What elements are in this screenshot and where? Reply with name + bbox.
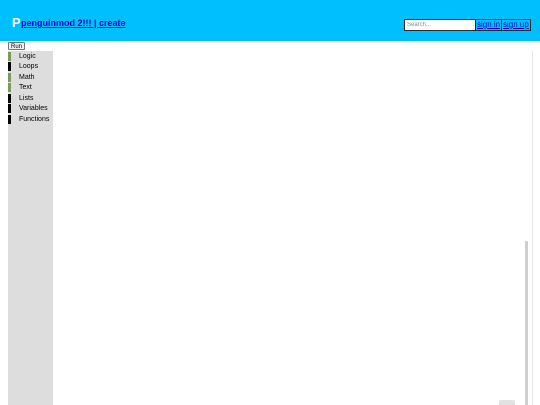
toolbox-category-functions[interactable]: Functions [8, 115, 53, 124]
workspace-scrollbar[interactable] [525, 241, 528, 405]
toolbox-category-math[interactable]: Math [8, 73, 53, 82]
site-logo[interactable]: P [12, 16, 21, 30]
category-color-swatch [8, 115, 11, 124]
workspace-border [532, 51, 533, 405]
search-input[interactable] [404, 19, 479, 31]
category-label: Lists [19, 95, 34, 102]
run-button[interactable]: Run [8, 42, 26, 50]
toolbox-category-variables[interactable]: Variables [8, 104, 53, 113]
toolbox-category-lists[interactable]: Lists [8, 94, 53, 103]
block-toolbox: Logic Loops Math Text Lists Variables Fu… [8, 51, 53, 405]
category-color-swatch [8, 62, 11, 71]
toolbox-category-logic[interactable]: Logic [8, 52, 53, 61]
category-label: Variables [19, 105, 48, 112]
category-color-swatch [8, 73, 11, 82]
toolbox-category-loops[interactable]: Loops [8, 62, 53, 71]
trash-can-icon[interactable] [499, 400, 515, 405]
category-color-swatch [8, 94, 11, 103]
sign-in-link[interactable]: sign in [475, 19, 503, 31]
block-workspace[interactable] [53, 51, 532, 405]
category-label: Text [19, 84, 32, 91]
site-title-link[interactable]: penguinmod 2!!! | create [21, 18, 126, 29]
category-label: Functions [19, 116, 50, 123]
category-label: Logic [19, 53, 36, 60]
toolbox-category-text[interactable]: Text [8, 83, 53, 92]
category-color-swatch [8, 83, 11, 92]
category-color-swatch [8, 52, 11, 61]
category-label: Loops [19, 63, 39, 70]
category-color-swatch [8, 104, 11, 113]
category-label: Math [19, 74, 35, 81]
sign-up-link[interactable]: sign up [501, 19, 531, 31]
top-header: P penguinmod 2!!! | create sign in sign … [0, 0, 540, 41]
